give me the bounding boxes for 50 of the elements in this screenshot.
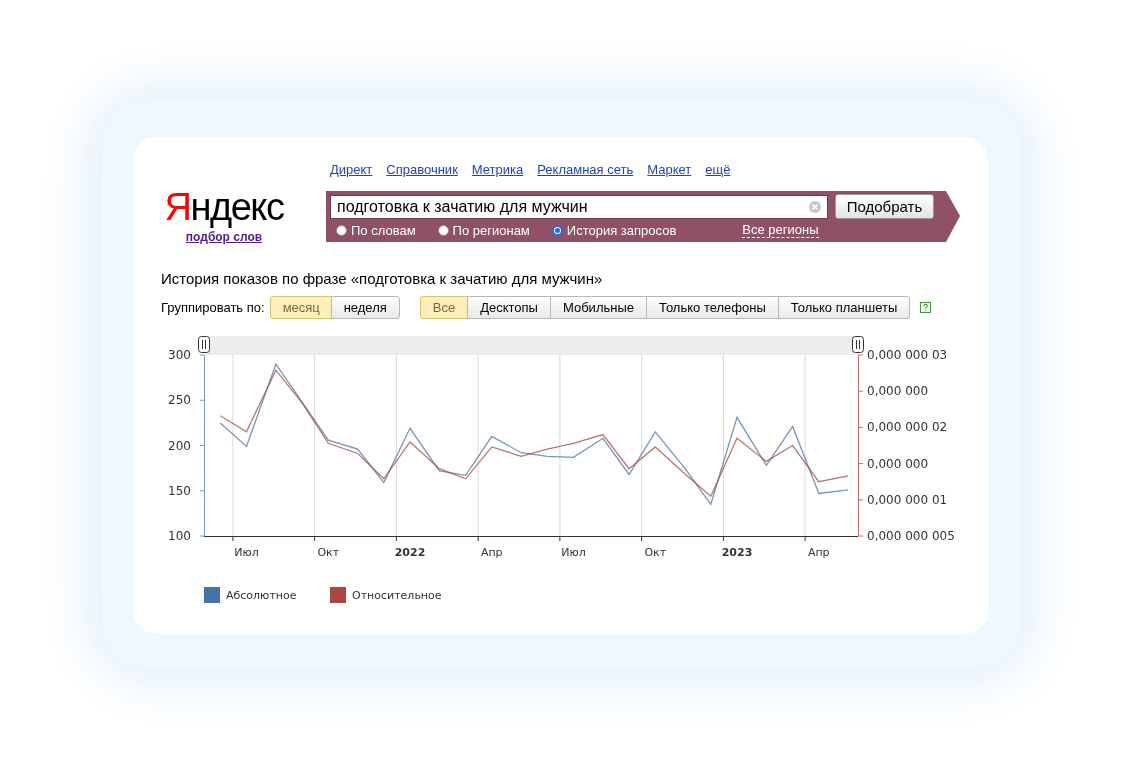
radio-button[interactable] [437,224,449,236]
device-tab[interactable]: Только планшеты [777,296,911,319]
axis-label: 250 [168,393,191,408]
axis-label: Апр [480,546,503,559]
scroller-handle[interactable] [198,336,210,353]
nav-link[interactable]: Метрика [471,161,524,177]
device-tab[interactable]: Только телефоны [646,296,779,319]
subtitle-link[interactable]: подбор слов [185,230,263,244]
axis-label: Июл [561,546,586,559]
axis-label: Июл [234,546,259,559]
nav-link[interactable]: ещё [705,161,731,177]
axis-label: 0,000 000 01 [867,492,948,507]
axis-label: 2022 [394,546,426,559]
device-tab[interactable]: Все [419,296,469,319]
device-tab[interactable]: Мобильные [549,296,647,319]
search-field[interactable]: подготовка к зачатию для мужчин [330,194,828,219]
group-label: Группировать по: [161,300,265,315]
axis-label: 200 [168,438,191,453]
nav-link[interactable]: Рекламная сеть [537,161,634,177]
radio-button[interactable] [336,224,347,236]
axis-label: 0,000 000 [867,384,929,399]
nav-link[interactable]: Директ [330,161,373,177]
axis-label: Окт [317,546,340,559]
axis-label: 0,000 000 02 [867,420,948,435]
axis-label: 300 [168,348,191,362]
axis-label: 0,000 000 [867,456,929,471]
legend-label: Относительное [352,588,442,602]
logo: Яндекс [164,187,284,227]
radio-button[interactable] [551,224,563,236]
region-link[interactable]: Все регионы [742,222,819,238]
axis-label: 0,000 000 005 [867,529,955,543]
nav-link[interactable]: Справочник [386,161,458,177]
radio-label[interactable]: По регионам [452,222,530,238]
nav-link[interactable]: Маркет [647,161,692,177]
axis-label: Апр [807,546,830,559]
axis-label: 0,000 000 03 [867,348,948,362]
axis-label: 2023 [721,546,753,559]
axis-label: 150 [168,483,191,498]
help-icon[interactable] [920,302,932,313]
device-tab[interactable]: Десктопы [467,296,551,319]
search-button[interactable]: Подобрать [835,194,934,219]
chart-heading: История показов по фразе «подготовка к зачатию для мужчин» [161,270,604,287]
legend-label: Абсолютное [226,588,297,602]
axis-label: 100 [168,529,191,543]
radio-label[interactable]: История запросов [566,222,677,238]
scroller-handle[interactable] [852,336,864,353]
radio-label[interactable]: По словам [351,222,416,238]
group-toggle[interactable]: неделя [330,296,400,319]
group-toggle[interactable]: месяц [269,296,332,319]
axis-label: Окт [644,546,667,559]
